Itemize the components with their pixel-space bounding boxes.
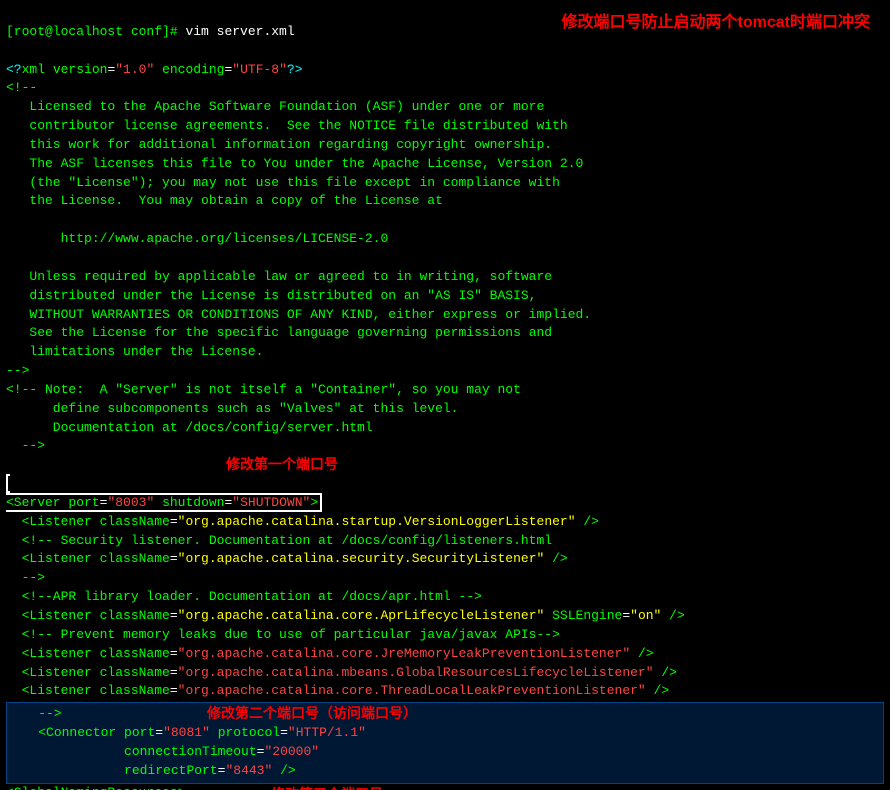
title-annotation: 修改端口号防止启动两个tomcat时端口冲突	[562, 8, 870, 32]
server-line: <Server port="8003" shutdown="SHUTDOWN">	[6, 456, 884, 513]
connector1-line: <Connector port="8081" protocol="HTTP/1.…	[7, 724, 883, 743]
comment-blank	[6, 211, 884, 230]
listener4: <Listener className="org.apache.catalina…	[6, 645, 884, 664]
global-naming-line: <GlobalNamingResources>	[6, 784, 884, 790]
comment-line4: The ASF licenses this file to You under …	[6, 155, 884, 174]
xml-ver-val: "1.0"	[115, 62, 154, 77]
comment-end1: -->	[6, 362, 884, 381]
comment-unless: Unless required by applicable law or agr…	[6, 268, 884, 287]
annotation3: 修改第三个端口号	[271, 784, 383, 790]
annotation2: 修改第二个端口号（访问端口号）	[207, 703, 417, 723]
note-line1: <!-- Note: A "Server" is not itself a "C…	[6, 381, 884, 400]
terminal-window: 修改端口号防止启动两个tomcat时端口冲突 [root@localhost c…	[0, 0, 890, 790]
note-line2: define subcomponents such as "Valves" at…	[6, 400, 884, 419]
annotation1: 修改第一个端口号	[226, 454, 338, 474]
note-end: -->	[6, 437, 884, 456]
comment-start: <!--	[6, 79, 884, 98]
listener2: <Listener className="org.apache.catalina…	[6, 550, 884, 569]
listener-comment-end: -->	[6, 569, 884, 588]
comment-line3: this work for additional information reg…	[6, 136, 884, 155]
comment-line5: (the "License"); you may not use this fi…	[6, 174, 884, 193]
comment-blank2	[6, 249, 884, 268]
comment-line2: contributor license agreements. See the …	[6, 117, 884, 136]
mem-comment: <!-- Prevent memory leaks due to use of …	[6, 626, 884, 645]
comment-line6: the License. You may obtain a copy of th…	[6, 192, 884, 211]
xml-ver-attr: version	[53, 62, 108, 77]
comment-distrib: distributed under the License is distrib…	[6, 287, 884, 306]
command: vim server.xml	[185, 24, 294, 39]
xml-bracket: <?	[6, 62, 22, 77]
comment-url: http://www.apache.org/licenses/LICENSE-2…	[6, 230, 884, 249]
note-line3: Documentation at /docs/config/server.htm…	[6, 419, 884, 438]
comment-see: See the License for the specific languag…	[6, 324, 884, 343]
listener5: <Listener className="org.apache.catalina…	[6, 664, 884, 683]
server-line-container: 修改第一个端口号 <Server port="8003" shutdown="S…	[6, 456, 884, 513]
global-naming-container: 修改第三个端口号 <GlobalNamingResources>	[6, 784, 884, 790]
security-comment: <!-- Security listener. Documentation at…	[6, 532, 884, 551]
apr-comment: <!--APR library loader. Documentation at…	[6, 588, 884, 607]
connector1-timeout: connectionTimeout="20000"	[7, 743, 883, 762]
listener1: <Listener className="org.apache.catalina…	[6, 513, 884, 532]
comment-line1: Licensed to the Apache Software Foundati…	[6, 98, 884, 117]
connector1-redirect: redirectPort="8443" />	[7, 762, 883, 781]
comment-limit: limitations under the License.	[6, 343, 884, 362]
listener3: <Listener className="org.apache.catalina…	[6, 607, 884, 626]
xml-enc-val: "UTF-8"	[232, 62, 287, 77]
xml-enc-attr: encoding	[154, 62, 224, 77]
xml-decl-line: <?xml version="1.0" encoding="UTF-8"?>	[6, 42, 884, 80]
xml-end: ?>	[287, 62, 303, 77]
xml-tag: xml	[22, 62, 53, 77]
comment-without: WITHOUT WARRANTIES OR CONDITIONS OF ANY …	[6, 306, 884, 325]
connector-section: 修改第二个端口号（访问端口号） --> <Connector port="808…	[6, 702, 884, 783]
connector-comment: -->	[7, 705, 883, 724]
listener6: <Listener className="org.apache.catalina…	[6, 682, 884, 701]
prompt: [root@localhost conf]#	[6, 24, 185, 39]
